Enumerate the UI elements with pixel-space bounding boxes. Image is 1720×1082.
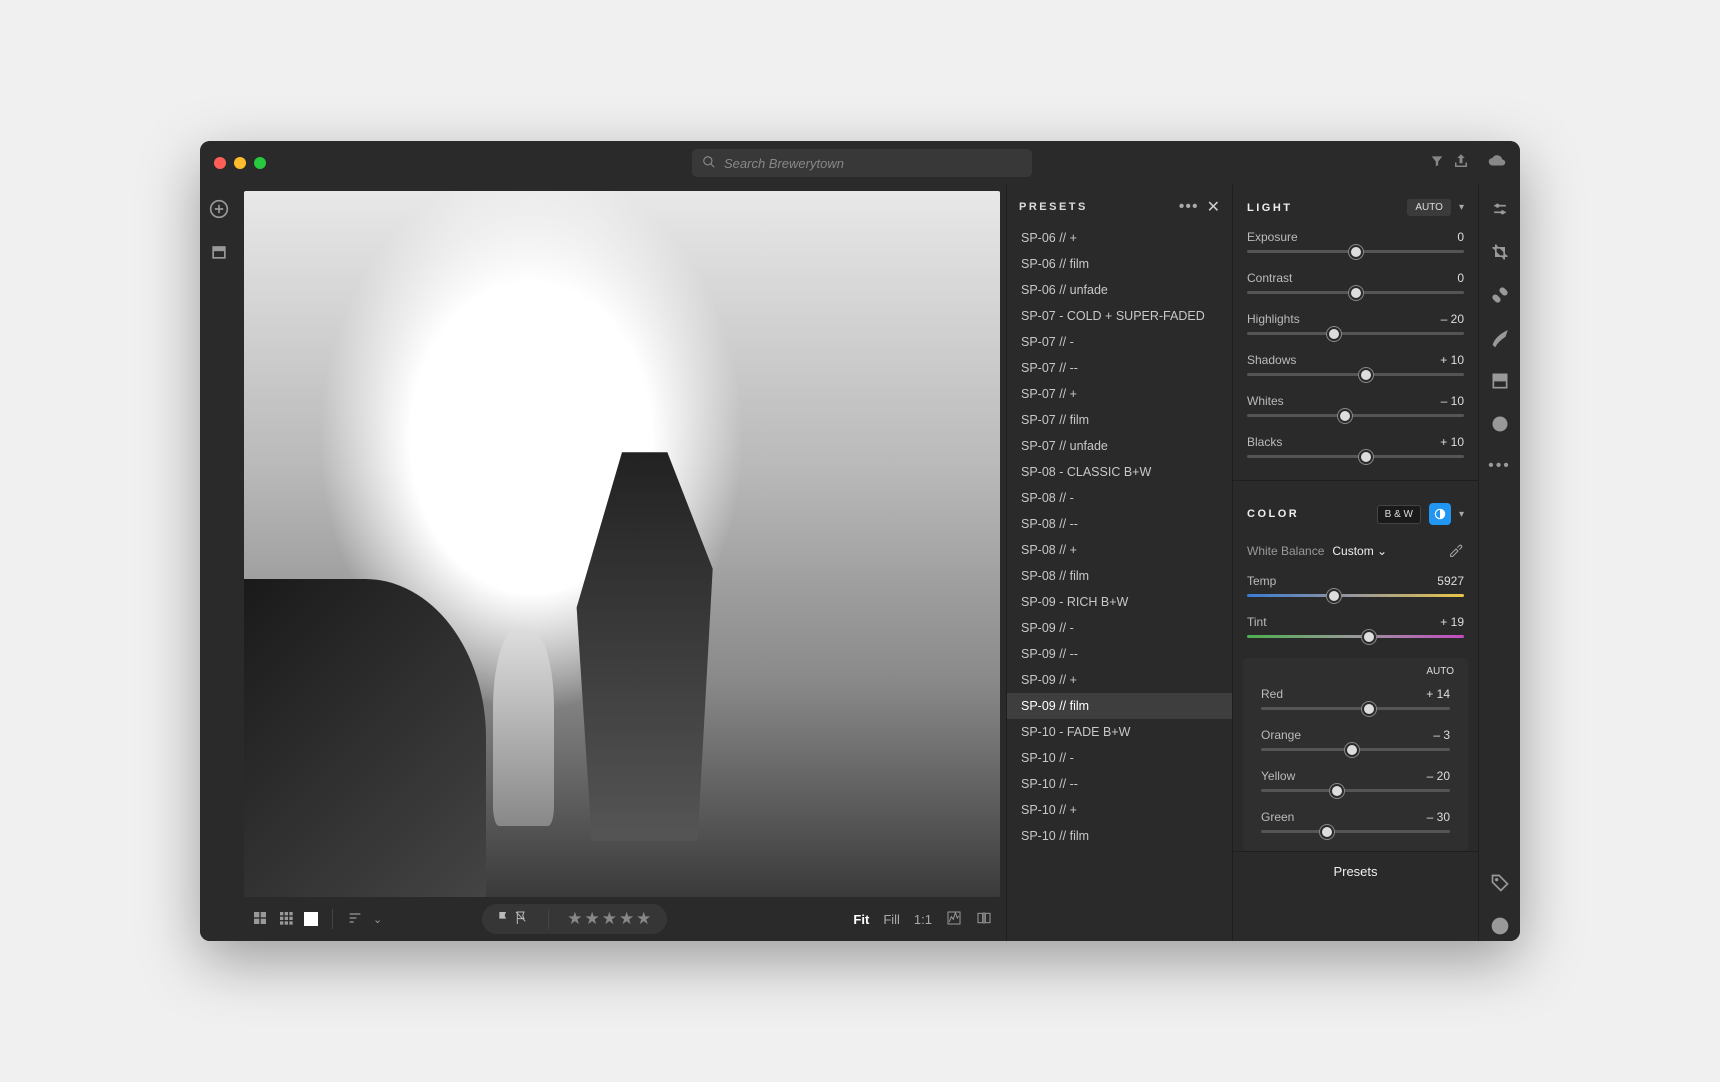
light-auto-button[interactable]: AUTO: [1407, 199, 1451, 216]
preset-item[interactable]: SP-06 // unfade: [1007, 277, 1232, 303]
preset-item[interactable]: SP-09 - RICH B+W: [1007, 589, 1232, 615]
eyedropper-icon[interactable]: [1448, 541, 1464, 560]
wb-label: White Balance: [1247, 544, 1324, 558]
preset-item[interactable]: SP-10 - FADE B+W: [1007, 719, 1232, 745]
close-window-button[interactable]: [214, 157, 226, 169]
chevron-down-icon[interactable]: ▾: [1459, 202, 1464, 213]
linear-gradient-icon[interactable]: [1490, 371, 1510, 396]
presets-panel: PRESETS ••• ✕ SP-06 // +SP-06 // filmSP-…: [1006, 185, 1232, 941]
info-icon[interactable]: [1490, 916, 1510, 941]
preset-item[interactable]: SP-07 // unfade: [1007, 433, 1232, 459]
preset-item[interactable]: SP-08 // -: [1007, 485, 1232, 511]
heal-icon[interactable]: [1490, 285, 1510, 310]
preset-item[interactable]: SP-09 // --: [1007, 641, 1232, 667]
tag-icon[interactable]: [1490, 873, 1510, 898]
light-whites-slider[interactable]: Whites– 10: [1233, 390, 1478, 431]
light-contrast-slider[interactable]: Contrast0: [1233, 267, 1478, 308]
flag-reject-icon[interactable]: [514, 910, 530, 929]
preset-item[interactable]: SP-08 // +: [1007, 537, 1232, 563]
more-icon[interactable]: •••: [1488, 457, 1511, 475]
preset-item[interactable]: SP-07 - COLD + SUPER-FADED: [1007, 303, 1232, 329]
preset-item[interactable]: SP-09 // +: [1007, 667, 1232, 693]
preset-item[interactable]: SP-09 // film: [1007, 693, 1232, 719]
add-photos-icon[interactable]: [209, 199, 229, 224]
search-placeholder: Search Brewerytown: [724, 156, 844, 171]
rating-pill: ★★★★★: [482, 904, 667, 934]
left-rail: [200, 185, 238, 941]
preset-item[interactable]: SP-10 // -: [1007, 745, 1232, 771]
fullscreen-window-button[interactable]: [254, 157, 266, 169]
preset-list: SP-06 // +SP-06 // filmSP-06 // unfadeSP…: [1007, 225, 1232, 941]
preset-item[interactable]: SP-09 // -: [1007, 615, 1232, 641]
color-mix-auto[interactable]: AUTO: [1247, 666, 1464, 683]
preset-item[interactable]: SP-07 // --: [1007, 355, 1232, 381]
brush-icon[interactable]: [1490, 328, 1510, 353]
titlebar: Search Brewerytown: [200, 141, 1520, 185]
preset-item[interactable]: SP-08 - CLASSIC B+W: [1007, 459, 1232, 485]
cloud-icon[interactable]: [1488, 152, 1506, 175]
mix-green-slider[interactable]: Green– 30: [1247, 806, 1464, 847]
main-stage: ⌄ ★★★★★ Fit Fill 1:1: [238, 185, 1006, 941]
single-view-icon[interactable]: [304, 912, 318, 926]
archive-icon[interactable]: [209, 242, 229, 267]
preset-item[interactable]: SP-10 // --: [1007, 771, 1232, 797]
color-profile-button[interactable]: [1429, 503, 1451, 525]
share-icon[interactable]: [1452, 152, 1470, 175]
preset-item[interactable]: SP-08 // film: [1007, 563, 1232, 589]
mix-orange-slider[interactable]: Orange– 3: [1247, 724, 1464, 765]
preset-item[interactable]: SP-06 // film: [1007, 251, 1232, 277]
mix-red-slider[interactable]: Red+ 14: [1247, 683, 1464, 724]
presets-footer-button[interactable]: Presets: [1233, 851, 1478, 891]
light-highlights-slider[interactable]: Highlights– 20: [1233, 308, 1478, 349]
photo-preview: [244, 191, 1000, 897]
flag-pick-icon[interactable]: [496, 910, 512, 929]
more-icon[interactable]: •••: [1179, 198, 1199, 216]
bottom-bar: ⌄ ★★★★★ Fit Fill 1:1: [238, 897, 1006, 941]
adjust-icon[interactable]: [1490, 199, 1510, 224]
color-title: COLOR: [1247, 508, 1299, 520]
presets-title: PRESETS: [1019, 201, 1088, 213]
light-blacks-slider[interactable]: Blacks+ 10: [1233, 431, 1478, 472]
preset-item[interactable]: SP-10 // film: [1007, 823, 1232, 849]
chevron-down-icon[interactable]: ⌄: [373, 913, 382, 926]
sort-icon[interactable]: [347, 910, 363, 929]
bw-toggle-button[interactable]: B & W: [1377, 505, 1421, 524]
search-icon: [702, 155, 716, 172]
tint-slider[interactable]: Tint+ 19: [1233, 611, 1478, 652]
preset-item[interactable]: SP-07 // -: [1007, 329, 1232, 355]
grid-small-icon[interactable]: [278, 910, 294, 929]
mix-yellow-slider[interactable]: Yellow– 20: [1247, 765, 1464, 806]
edit-panel: LIGHT AUTO ▾ Exposure0Contrast0Highlight…: [1232, 185, 1478, 941]
photo-canvas[interactable]: [238, 185, 1006, 897]
wb-dropdown[interactable]: Custom ⌄: [1332, 544, 1387, 558]
zoom-1to1[interactable]: 1:1: [914, 912, 932, 927]
grid-large-icon[interactable]: [252, 910, 268, 929]
preset-item[interactable]: SP-06 // +: [1007, 225, 1232, 251]
preset-item[interactable]: SP-07 // film: [1007, 407, 1232, 433]
filter-icon[interactable]: [1430, 154, 1444, 173]
light-title: LIGHT: [1247, 202, 1293, 214]
preset-item[interactable]: SP-08 // --: [1007, 511, 1232, 537]
close-icon[interactable]: ✕: [1207, 197, 1220, 217]
histogram-icon[interactable]: [946, 910, 962, 929]
preset-item[interactable]: SP-10 // +: [1007, 797, 1232, 823]
color-mix-box: AUTO Red+ 14Orange– 3Yellow– 20Green– 30: [1243, 658, 1468, 851]
zoom-fit[interactable]: Fit: [853, 912, 869, 927]
radial-gradient-icon[interactable]: [1490, 414, 1510, 439]
window-controls: [214, 157, 294, 169]
zoom-fill[interactable]: Fill: [883, 912, 900, 927]
temp-slider[interactable]: Temp5927: [1233, 570, 1478, 611]
compare-icon[interactable]: [976, 910, 992, 929]
search-input[interactable]: Search Brewerytown: [692, 149, 1032, 177]
preset-item[interactable]: SP-07 // +: [1007, 381, 1232, 407]
light-exposure-slider[interactable]: Exposure0: [1233, 226, 1478, 267]
app-window: Search Brewerytown: [200, 141, 1520, 941]
right-rail: •••: [1478, 185, 1520, 941]
star-rating[interactable]: ★★★★★: [567, 909, 653, 929]
chevron-down-icon[interactable]: ▾: [1459, 509, 1464, 520]
light-shadows-slider[interactable]: Shadows+ 10: [1233, 349, 1478, 390]
crop-icon[interactable]: [1490, 242, 1510, 267]
minimize-window-button[interactable]: [234, 157, 246, 169]
